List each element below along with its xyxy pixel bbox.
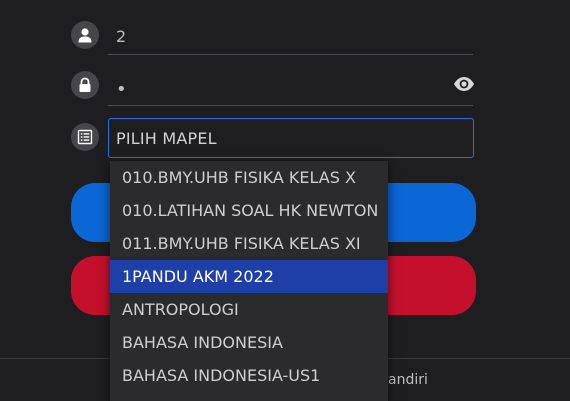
subject-select-label: PILIH MAPEL xyxy=(116,129,217,148)
password-field[interactable]: • xyxy=(108,70,475,106)
list-icon xyxy=(71,123,99,151)
dropdown-option-selected[interactable]: 1PANDU AKM 2022 xyxy=(110,260,388,293)
dropdown-option[interactable]: BAHASA INDONESIA xyxy=(110,326,388,359)
footer-text: andiri xyxy=(388,372,428,388)
subject-dropdown-list[interactable]: 010.BMY.UHB FISIKA KELAS X 010.LATIHAN S… xyxy=(110,161,388,401)
username-field[interactable]: 2 xyxy=(108,19,473,55)
login-screen: 2 • PILIH MAPEL andiri 010.BMY.UHB FISIK… xyxy=(0,0,570,401)
user-icon xyxy=(71,21,99,49)
dropdown-option[interactable]: ANTROPOLOGI xyxy=(110,293,388,326)
dropdown-option[interactable]: 011.BMY.UHB FISIKA KELAS XI xyxy=(110,227,388,260)
subject-select[interactable]: PILIH MAPEL xyxy=(108,118,474,158)
dropdown-option[interactable]: 010.LATIHAN SOAL HK NEWTON xyxy=(110,194,388,227)
eye-icon[interactable] xyxy=(453,76,475,96)
dropdown-option[interactable]: BAHASA INDONESIA-US1 xyxy=(110,359,388,392)
username-value: 2 xyxy=(116,27,127,46)
dropdown-option[interactable]: 010.BMY.UHB FISIKA KELAS X xyxy=(110,161,388,194)
lock-icon xyxy=(71,71,99,99)
password-value: • xyxy=(116,79,127,100)
